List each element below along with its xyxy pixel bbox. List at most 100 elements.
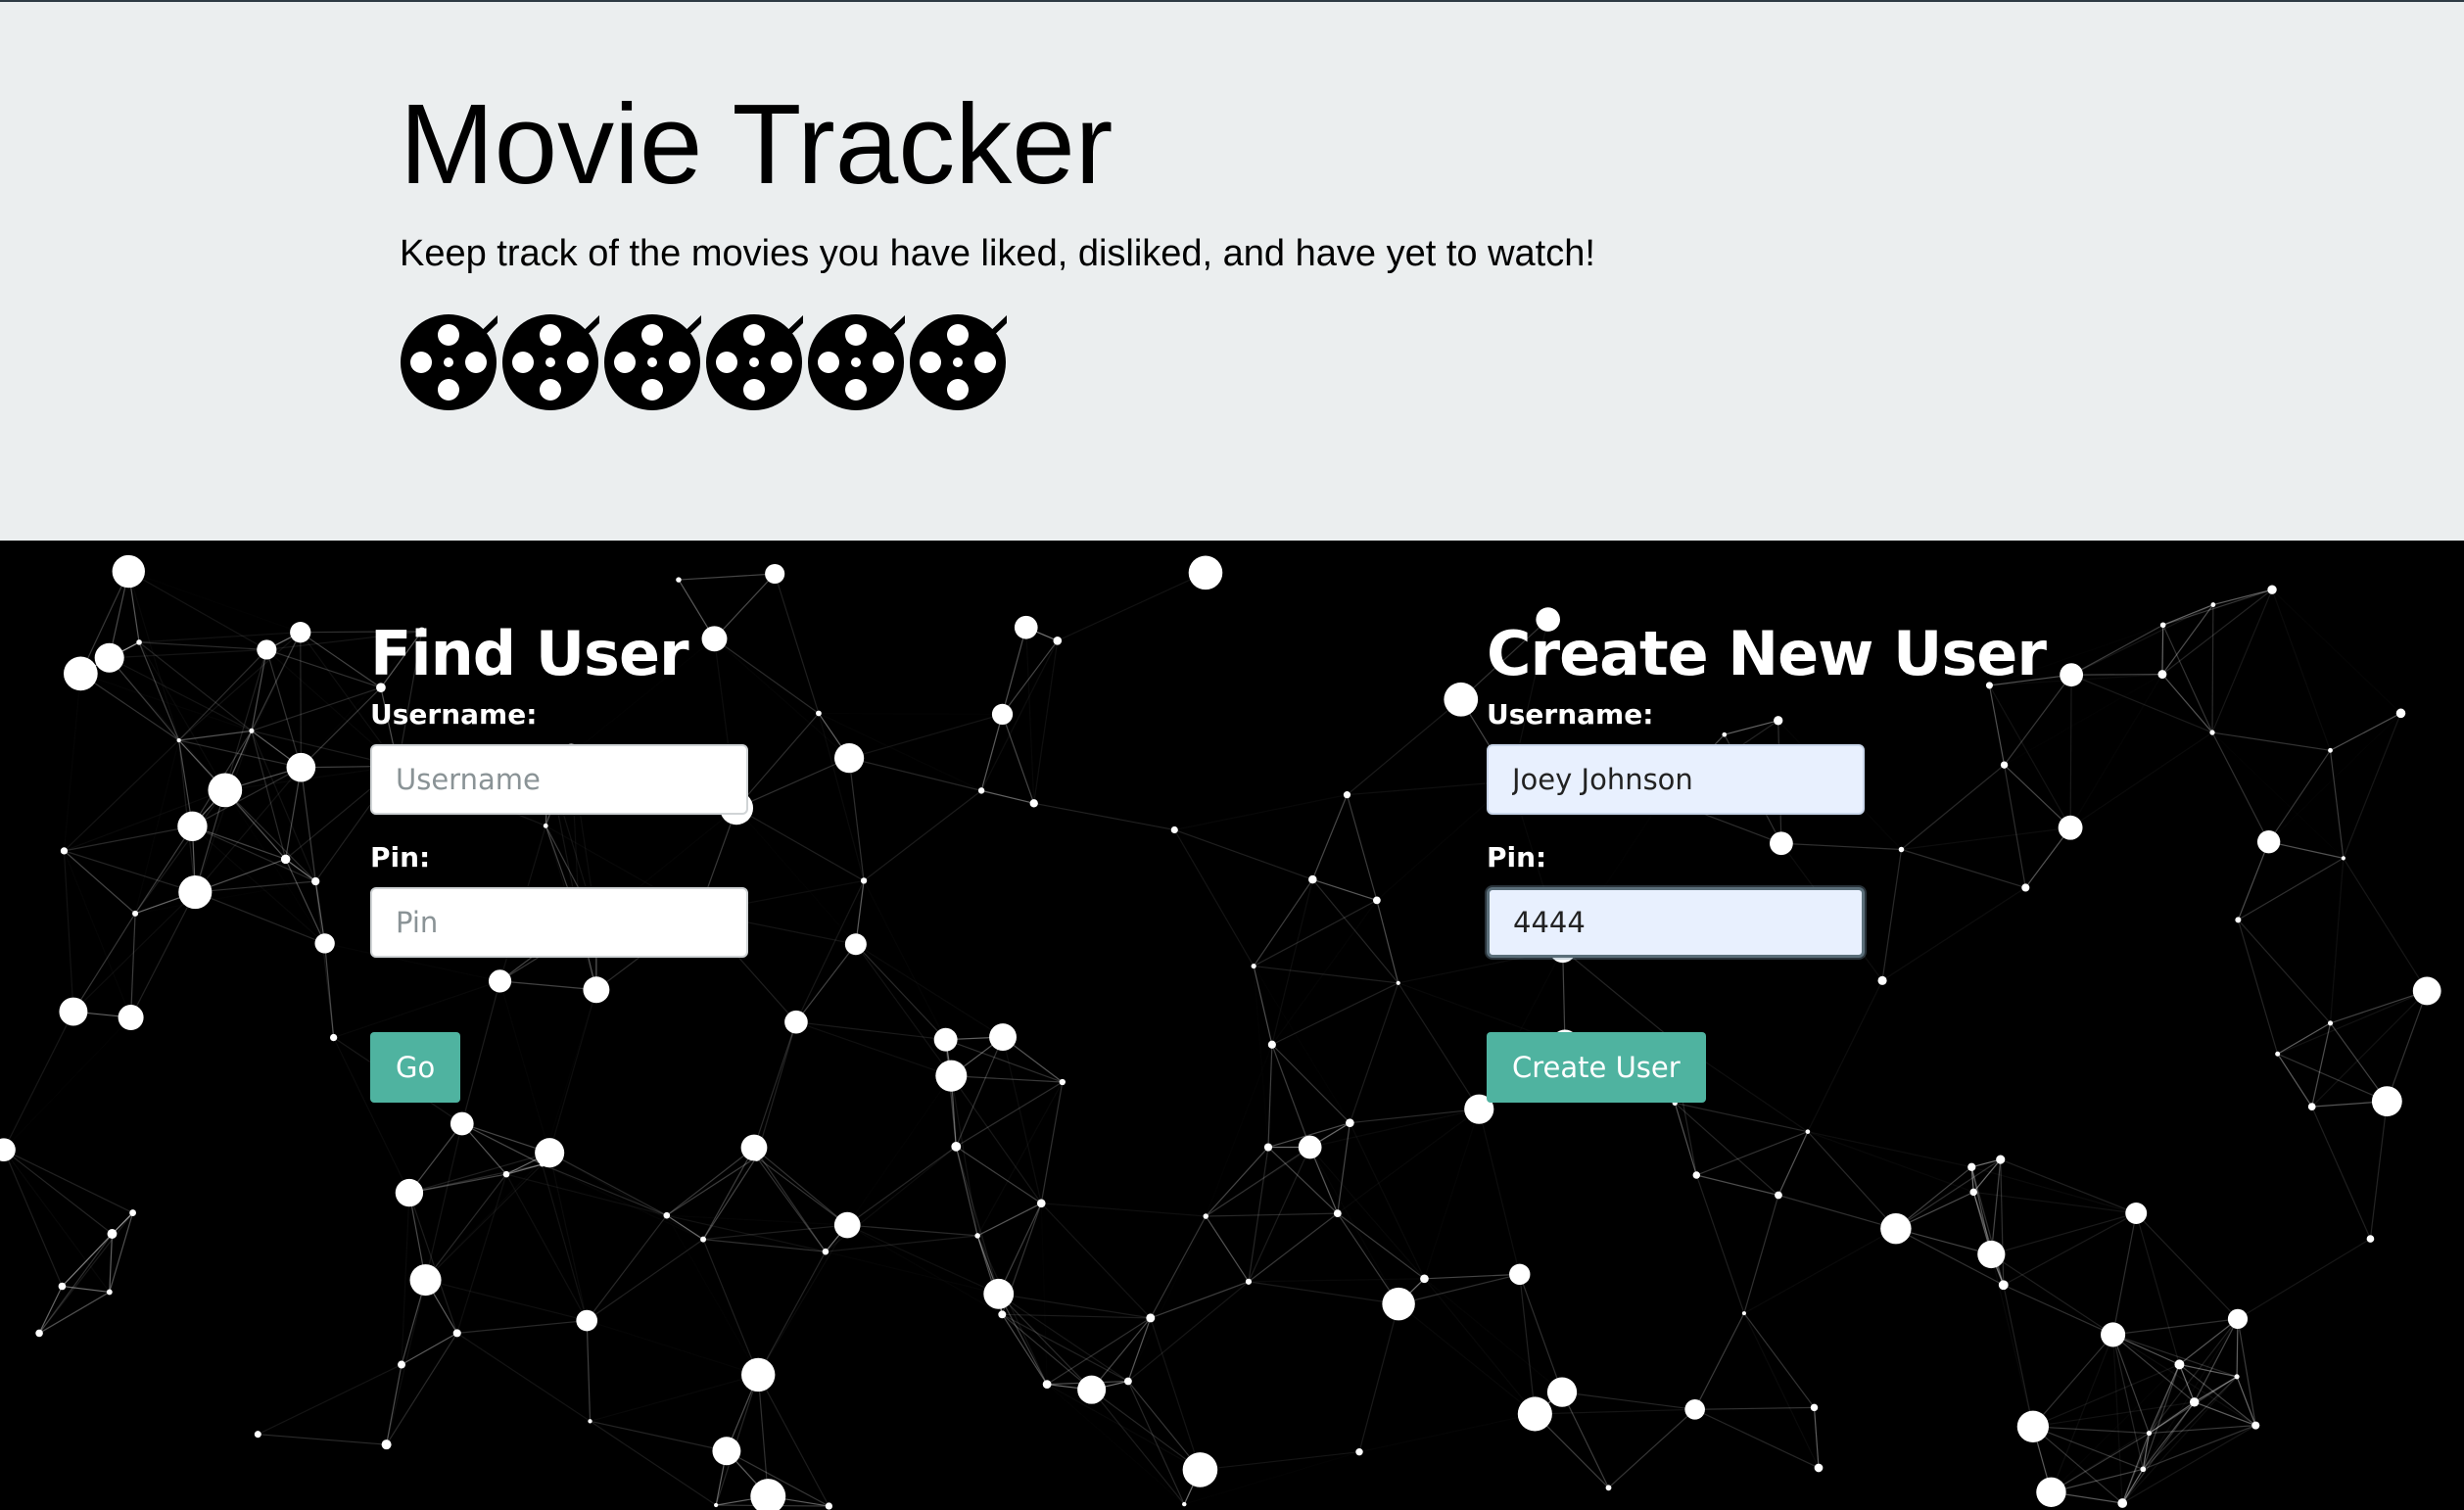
network-node bbox=[1188, 555, 1223, 590]
network-node bbox=[1308, 874, 1317, 884]
network-node bbox=[1245, 1278, 1253, 1285]
network-node bbox=[1998, 1280, 2009, 1291]
network-link bbox=[195, 891, 325, 944]
network-link bbox=[2237, 920, 2279, 1055]
network-link bbox=[1337, 1212, 1399, 1304]
network-link bbox=[774, 573, 820, 714]
network-link bbox=[64, 739, 180, 852]
network-node bbox=[2189, 1397, 2200, 1407]
network-link bbox=[1091, 1389, 1185, 1505]
network-node bbox=[983, 1278, 1015, 1309]
network-node bbox=[977, 787, 985, 794]
film-reel-row bbox=[400, 313, 1011, 411]
network-link bbox=[2121, 1469, 2144, 1504]
find-pin-input[interactable] bbox=[370, 887, 748, 958]
network-link bbox=[586, 1214, 668, 1321]
network-link bbox=[666, 1156, 757, 1216]
network-node bbox=[1509, 1263, 1531, 1286]
network-link bbox=[1310, 1147, 1425, 1278]
network-link bbox=[1743, 1195, 1779, 1314]
network-node bbox=[1146, 1313, 1156, 1323]
network-node bbox=[118, 1005, 144, 1031]
network-node bbox=[844, 933, 867, 956]
network-link bbox=[702, 1156, 758, 1240]
network-link bbox=[1424, 1279, 1535, 1414]
network-node bbox=[1124, 1377, 1132, 1386]
network-node bbox=[825, 1502, 833, 1510]
create-user-button[interactable]: Create User bbox=[1487, 1032, 1706, 1103]
network-link bbox=[1253, 899, 1378, 967]
network-link bbox=[1991, 1212, 2137, 1255]
network-link bbox=[2070, 675, 2162, 828]
network-link bbox=[2237, 919, 2331, 1024]
network-link bbox=[314, 880, 335, 1038]
network-node bbox=[588, 1419, 592, 1424]
network-link bbox=[1694, 1312, 1745, 1410]
network-link bbox=[300, 632, 302, 768]
find-username-input[interactable] bbox=[370, 744, 748, 815]
network-link bbox=[795, 943, 857, 1023]
network-link bbox=[1040, 1203, 1152, 1319]
network-link bbox=[1272, 900, 1377, 1044]
find-pin-label: Pin: bbox=[370, 841, 431, 873]
film-reel-icon bbox=[909, 313, 1011, 411]
network-link bbox=[1041, 1203, 1047, 1385]
network-link bbox=[2311, 1106, 2371, 1240]
network-link bbox=[2112, 1212, 2137, 1336]
network-node bbox=[249, 728, 255, 733]
network-link bbox=[1254, 965, 1398, 984]
network-link bbox=[1777, 1194, 1897, 1230]
network-link bbox=[80, 674, 224, 790]
network-link bbox=[2268, 841, 2344, 859]
network-node bbox=[663, 1211, 671, 1219]
network-node bbox=[1373, 896, 1381, 905]
network-link bbox=[2161, 625, 2164, 675]
network-link bbox=[1033, 802, 1175, 831]
network-link bbox=[819, 713, 1003, 714]
network-node bbox=[2412, 976, 2441, 1006]
network-link bbox=[846, 1146, 957, 1226]
network-link bbox=[128, 572, 300, 633]
network-node bbox=[1203, 1213, 1208, 1219]
network-link bbox=[753, 1021, 797, 1149]
network-node bbox=[2146, 1430, 2153, 1437]
network-node bbox=[2101, 1322, 2126, 1347]
go-button[interactable]: Go bbox=[370, 1032, 461, 1103]
network-node bbox=[833, 1211, 861, 1239]
network-link bbox=[2211, 731, 2331, 751]
network-node bbox=[765, 563, 785, 585]
create-pin-input[interactable] bbox=[1487, 887, 1865, 958]
network-link bbox=[863, 789, 982, 881]
network-node bbox=[535, 1138, 565, 1168]
network-node bbox=[381, 1439, 392, 1450]
network-node bbox=[2140, 1466, 2147, 1473]
network-link bbox=[848, 757, 982, 791]
network-link bbox=[2329, 858, 2345, 1023]
network-link bbox=[130, 913, 136, 1018]
network-link bbox=[1696, 1174, 1779, 1197]
network-node bbox=[1969, 1188, 1977, 1197]
network-node bbox=[2209, 730, 2215, 735]
network-link bbox=[1694, 1406, 1815, 1410]
network-node bbox=[280, 854, 291, 865]
network-node bbox=[1420, 1274, 1429, 1284]
network-link bbox=[258, 1363, 403, 1436]
network-link bbox=[2032, 1426, 2144, 1470]
network-link bbox=[590, 1420, 717, 1506]
network-link bbox=[1174, 795, 1347, 830]
create-username-input[interactable] bbox=[1487, 744, 1865, 815]
network-node bbox=[2157, 670, 2167, 680]
network-link bbox=[456, 1332, 591, 1422]
network-link bbox=[998, 1294, 1048, 1385]
network-node bbox=[132, 910, 139, 917]
network-node bbox=[176, 737, 181, 743]
network-node bbox=[2117, 1498, 2128, 1508]
network-link bbox=[590, 1420, 728, 1452]
network-node bbox=[1517, 1396, 1552, 1432]
network-link bbox=[2343, 858, 2428, 992]
network-link bbox=[826, 1251, 999, 1294]
network-node bbox=[935, 1060, 968, 1092]
network-link bbox=[1350, 1109, 1480, 1124]
network-node bbox=[1814, 1463, 1824, 1473]
network-node bbox=[1346, 1118, 1354, 1127]
